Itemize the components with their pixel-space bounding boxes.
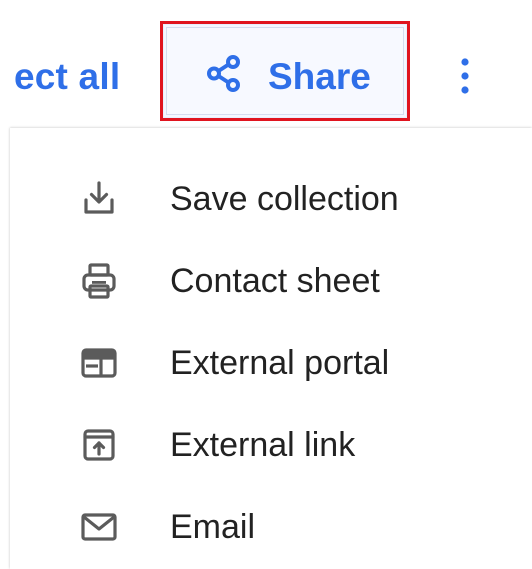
menu-item-email[interactable]: Email: [10, 484, 532, 566]
portal-icon: [76, 340, 122, 386]
download-icon: [76, 176, 122, 222]
menu-item-save-collection[interactable]: Save collection: [10, 156, 532, 238]
printer-icon: [76, 258, 122, 304]
menu-item-label: Contact sheet: [170, 262, 380, 300]
external-link-icon: [76, 422, 122, 468]
share-menu: Save collection Contact sheet External p…: [10, 128, 532, 569]
menu-item-contact-sheet[interactable]: Contact sheet: [10, 238, 532, 320]
menu-item-label: Email: [170, 508, 256, 546]
menu-item-external-link[interactable]: External link: [10, 402, 532, 484]
menu-item-label: External portal: [170, 344, 390, 382]
more-vertical-icon[interactable]: [455, 55, 475, 97]
menu-item-label: Save collection: [170, 180, 399, 218]
menu-item-label: External link: [170, 426, 356, 464]
email-icon: [76, 504, 122, 550]
share-button-label: Share: [268, 56, 371, 97]
app-stage: ect all Share Save collection Contact sh…: [0, 0, 532, 569]
share-icon: [202, 52, 245, 95]
select-all-button[interactable]: ect all: [14, 52, 120, 102]
top-toolbar: ect all Share: [0, 0, 532, 128]
menu-item-external-portal[interactable]: External portal: [10, 320, 532, 402]
